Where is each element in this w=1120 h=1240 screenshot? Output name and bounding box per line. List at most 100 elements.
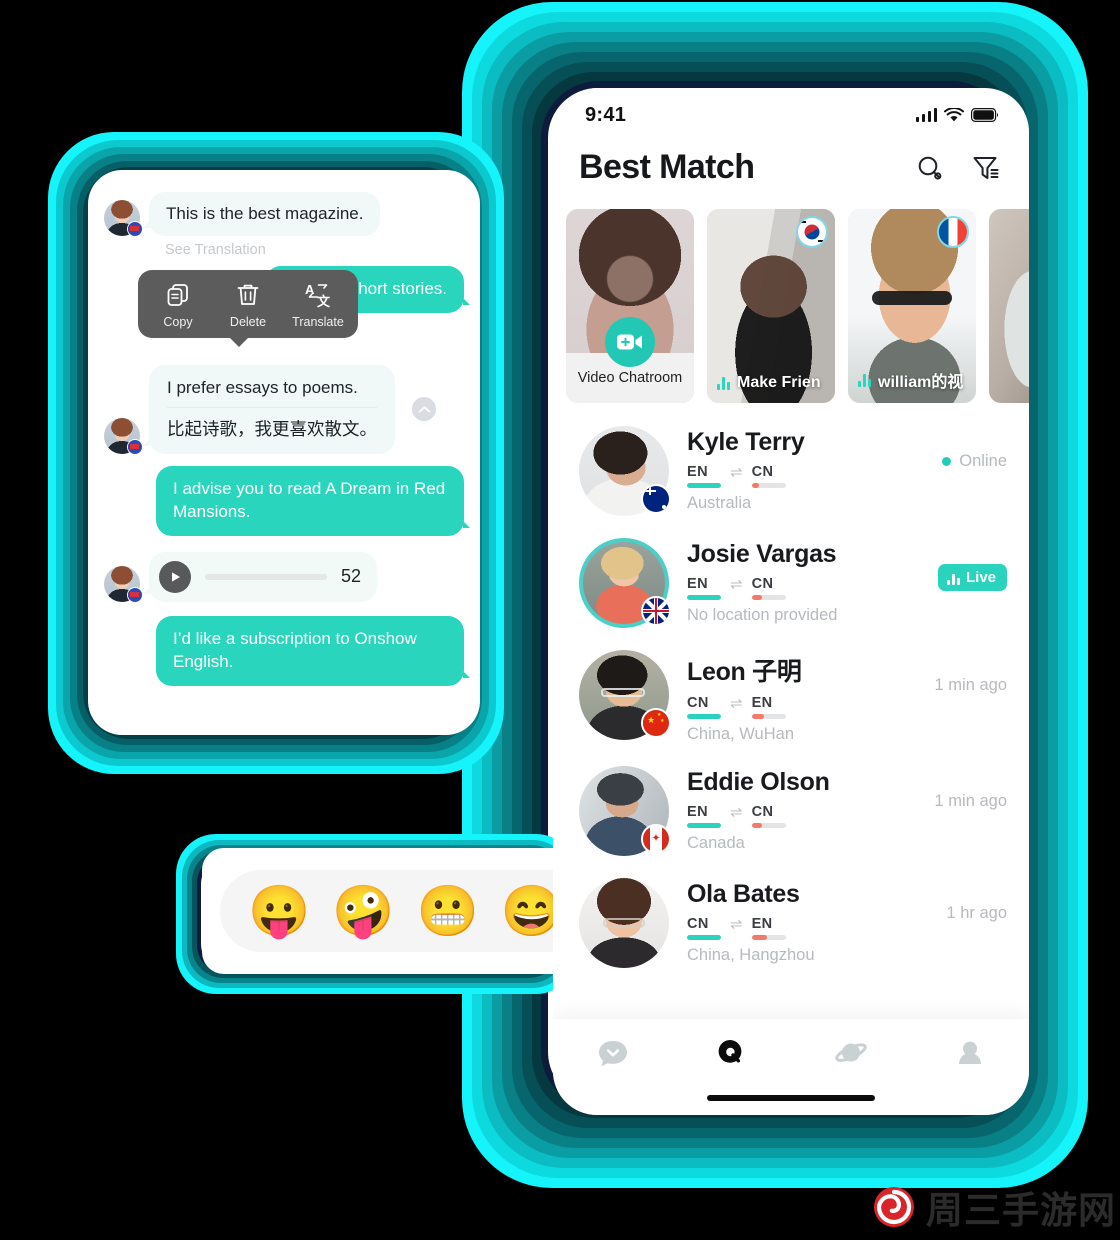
message-incoming[interactable]: This is the best magazine.	[104, 192, 464, 237]
svg-text:文: 文	[317, 294, 331, 308]
flag-badge-ca: ✦	[641, 824, 671, 854]
lang-from: EN	[687, 576, 708, 592]
chat-phone-screen: This is the best magazine. See Translati…	[88, 170, 480, 735]
story-label: Make Frien	[737, 374, 821, 391]
see-translation-link[interactable]: See Translation	[165, 242, 464, 258]
emoji-reaction-bar[interactable]: 😛 🤪 😬 😄	[202, 848, 574, 974]
flag-badge-cn: ★ ★ ★	[641, 708, 671, 738]
lang-from: EN	[687, 464, 708, 480]
message-bubble: I’d like a subscription to Onshow Englis…	[156, 615, 470, 686]
page-title: Best Match	[579, 148, 755, 186]
table-row[interactable]: ✦ Eddie Olson EN ⇌ CN Canada 1 min ago	[553, 755, 1029, 867]
home-indicator	[707, 1095, 875, 1101]
language-pair: EN ⇌ CN	[687, 464, 924, 488]
avatar[interactable]	[104, 565, 143, 603]
search-circle-icon	[718, 1040, 741, 1063]
table-row[interactable]: Kyle Terry EN ⇌ CN Australia Online	[553, 415, 1029, 527]
tab-profile[interactable]	[940, 1035, 1000, 1073]
flag-badge-gb	[641, 596, 671, 626]
story-live-label: Make Frien	[717, 374, 829, 392]
language-pair: EN ⇌ CN	[687, 576, 920, 600]
lang-from: CN	[687, 695, 709, 711]
status-bar: 9:41	[553, 88, 1029, 132]
spiral-logo-icon	[874, 1187, 914, 1227]
user-location: China, WuHan	[687, 725, 795, 743]
lang-to: CN	[751, 576, 774, 592]
tab-moments[interactable]	[821, 1035, 881, 1073]
message-context-menu[interactable]: Copy Delete A 文 Translate	[138, 270, 358, 347]
video-plus-icon[interactable]	[605, 317, 655, 367]
grimacing-face-icon[interactable]: 😬	[417, 886, 479, 936]
swap-icon: ⇌	[730, 695, 743, 712]
story-label: william的视	[878, 374, 964, 391]
lang-to: EN	[751, 916, 773, 932]
avatar[interactable]	[579, 878, 669, 968]
table-row[interactable]: Ola Bates CN ⇌ EN China, Hangzhou 1 hr a…	[553, 867, 1029, 979]
story-photo-subject	[989, 209, 1029, 403]
user-name: Ola Bates	[687, 880, 800, 908]
play-icon[interactable]	[159, 560, 191, 593]
voice-message-bubble[interactable]: 52	[143, 551, 377, 602]
message-outgoing[interactable]: I advise you to read A Dream in Red Mans…	[104, 465, 470, 536]
user-list: Kyle Terry EN ⇌ CN Australia Online Josi…	[553, 403, 1029, 979]
context-menu-translate[interactable]: A 文 Translate	[284, 282, 352, 329]
lang-to: EN	[751, 695, 773, 711]
flag-badge-kr	[796, 216, 828, 248]
message-incoming-translated[interactable]: I prefer essays to poems. 比起诗歌，我更喜欢散文。	[104, 364, 464, 455]
avatar[interactable]	[579, 426, 671, 516]
glasses-icon	[872, 291, 952, 305]
message-bubble: I advise you to read A Dream in Red Mans…	[156, 465, 470, 536]
table-row[interactable]: ★ ★ ★ Leon 子明 CN ⇌ EN China, WuHan 1 min…	[553, 639, 1029, 755]
search-icon[interactable]	[915, 153, 945, 183]
filter-icon[interactable]	[971, 153, 1001, 183]
flag-badge-us	[127, 586, 143, 603]
chat-thread: This is the best magazine. See Translati…	[88, 170, 480, 735]
app-header: Best Match	[553, 132, 1029, 195]
voice-progress-track[interactable]	[205, 573, 327, 580]
status-text: 1 hr ago	[946, 904, 1007, 922]
tab-discover[interactable]	[702, 1035, 762, 1073]
bottom-tab-bar	[553, 1019, 1029, 1115]
story-card-live-1[interactable]: Make Frien	[707, 209, 835, 403]
story-card-partial[interactable]	[989, 209, 1029, 403]
avatar[interactable]: ★ ★ ★	[579, 650, 671, 740]
trash-icon	[237, 284, 259, 305]
user-name: Josie Vargas	[687, 540, 837, 568]
avatar[interactable]: ✦	[579, 766, 671, 856]
message-outgoing[interactable]: I’d like a subscription to Onshow Englis…	[104, 615, 470, 686]
status-badge-live[interactable]: Live	[937, 564, 1007, 591]
context-menu-delete[interactable]: Delete	[214, 282, 282, 329]
story-card-live-2[interactable]: william的视	[848, 209, 976, 403]
context-menu-label: Translate	[292, 315, 344, 329]
copy-icon	[167, 284, 188, 306]
story-live-label: william的视	[858, 368, 970, 392]
best-match-phone-screen: 9:41 Best Match Video Chatroom Make Frie…	[553, 88, 1029, 1115]
story-carousel[interactable]: Video Chatroom Make Frien william的视	[553, 195, 1029, 403]
language-pair: CN ⇌ EN	[687, 916, 928, 940]
message-incoming-voice[interactable]: 52	[104, 551, 464, 603]
language-pair: CN ⇌ EN	[687, 695, 917, 719]
wifi-icon	[944, 107, 964, 121]
story-label: Video Chatroom	[577, 370, 683, 386]
lang-from: CN	[687, 916, 709, 932]
user-name: Eddie Olson	[687, 768, 830, 796]
face-with-tongue-out-icon[interactable]: 😛	[248, 886, 310, 936]
table-row[interactable]: Josie Vargas EN ⇌ CN No location provide…	[553, 527, 1029, 639]
avatar[interactable]	[104, 200, 143, 237]
chevron-up-icon[interactable]	[412, 397, 436, 422]
tab-chat[interactable]	[583, 1035, 643, 1073]
context-menu-copy[interactable]: Copy	[144, 282, 212, 329]
avatar[interactable]	[579, 538, 671, 628]
user-location: Canada	[687, 834, 745, 852]
story-card-video-chatroom[interactable]: Video Chatroom	[566, 209, 694, 403]
svg-text:A: A	[305, 282, 315, 297]
watermark-text: 周三手游网	[926, 1189, 1116, 1232]
planet-icon	[834, 1043, 867, 1062]
flag-badge-us	[127, 438, 143, 455]
chat-bubble-icon	[598, 1041, 627, 1067]
profile-icon	[958, 1041, 981, 1064]
user-location: No location provided	[687, 606, 838, 624]
user-name: Leon 子明	[687, 658, 802, 686]
avatar[interactable]	[104, 417, 143, 455]
zany-face-icon[interactable]: 🤪	[332, 886, 394, 936]
